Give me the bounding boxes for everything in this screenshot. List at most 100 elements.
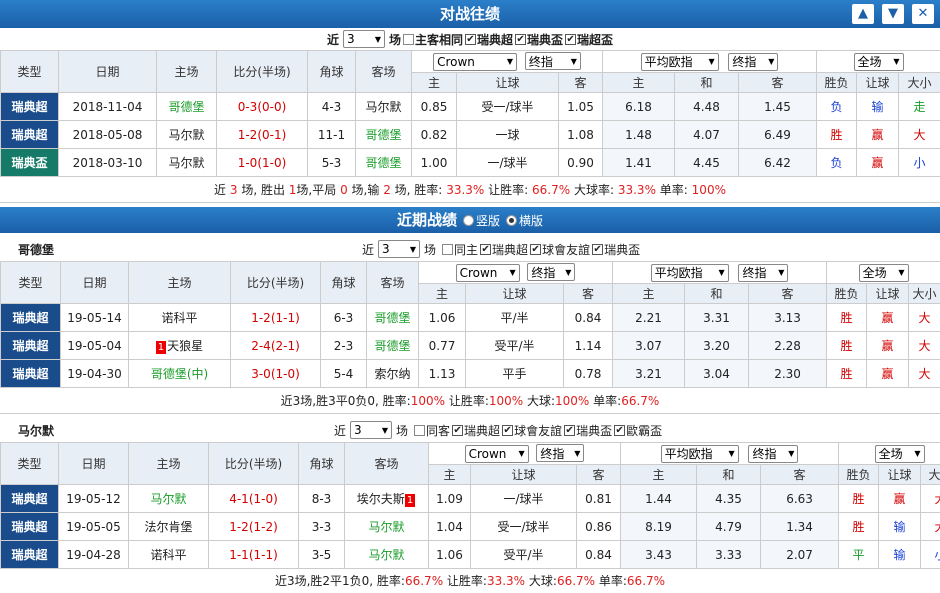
col-euro-away: 客 [761,465,839,485]
match-score[interactable]: 1-2(1-1) [231,304,321,332]
hcp-result: 输 [879,541,921,569]
home-team[interactable]: 哥德堡(中) [129,360,231,388]
league-checkbox-3[interactable]: ✔ [592,244,603,255]
move-up-button[interactable]: ▲ [852,4,874,24]
odds-type-select[interactable]: 终指▼ [527,263,575,281]
avg-euro-value: 平均欧指 [665,445,713,462]
away-team[interactable]: 哥德堡 [356,149,412,177]
euro-type-select[interactable]: 终指▼ [728,53,778,71]
handicap: 受一/球半 [457,93,559,121]
away-team[interactable]: 哥德堡 [367,332,419,360]
table-row[interactable]: 瑞典超 19-05-04 1天狼星 2-4(2-1) 2-3 哥德堡 0.77 … [1,332,940,360]
home-team-cell[interactable]: 1天狼星 [129,332,231,360]
match-score[interactable]: 3-0(1-0) [231,360,321,388]
h2h-count-select[interactable]: 3▼ [343,30,385,48]
away-team[interactable]: 哥德堡 [356,121,412,149]
away-team[interactable]: 马尔默 [356,93,412,121]
table-row[interactable]: 瑞典超 2018-05-08 马尔默 1-2(0-1) 11-1 哥德堡 0.8… [1,121,940,149]
team2-count-select[interactable]: 3▼ [350,421,392,439]
match-score[interactable]: 2-4(2-1) [231,332,321,360]
chevron-down-icon: ▼ [893,57,899,66]
away-team[interactable]: 哥德堡 [367,304,419,332]
table-row[interactable]: 瑞典超 19-05-05 法尔肯堡 1-2(1-2) 3-3 马尔默 1.04 … [1,513,940,541]
home-team[interactable]: 诺科平 [129,541,209,569]
league-checkbox-1[interactable]: ✔ [452,425,463,436]
same-away-label: 同客 [426,422,450,439]
match-score[interactable]: 0-3(0-0) [217,93,308,121]
vertical-view-radio[interactable] [463,215,474,226]
unit-label: 场 [389,31,401,48]
same-home-checkbox[interactable] [442,244,453,255]
avg-euro-select[interactable]: 平均欧指▼ [641,53,719,71]
match-score[interactable]: 1-2(1-2) [209,513,299,541]
scope-select[interactable]: 全场▼ [854,53,904,71]
avg-euro-select[interactable]: 平均欧指▼ [661,445,739,463]
match-score[interactable]: 1-2(0-1) [217,121,308,149]
big-ball-rate: 100% [555,394,589,408]
odds-home: 1.04 [429,513,471,541]
table-row[interactable]: 瑞典超 19-04-30 哥德堡(中) 3-0(1-0) 5-4 索尔纳 1.1… [1,360,940,388]
league-label-3: 瑞超盃 [577,31,613,48]
chevron-down-icon: ▼ [708,57,714,66]
league-checkbox-2[interactable]: ✔ [502,425,513,436]
table-row[interactable]: 瑞典超 19-04-28 诺科平 1-1(1-1) 3-5 马尔默 1.06 受… [1,541,940,569]
league-checkbox-2[interactable]: ✔ [515,34,526,45]
company-select[interactable]: Crown▼ [456,264,520,282]
home-team[interactable]: 马尔默 [129,485,209,513]
odds-type-select[interactable]: 终指▼ [536,444,584,462]
table-row[interactable]: 瑞典超 2018-11-04 哥德堡 0-3(0-0) 4-3 马尔默 0.85… [1,93,940,121]
away-team-cell[interactable]: 埃尔夫斯1 [345,485,429,513]
company-select[interactable]: Crown▼ [465,445,529,463]
table-row[interactable]: 瑞典超 19-05-12 马尔默 4-1(1-0) 8-3 埃尔夫斯1 1.09… [1,485,940,513]
company-select[interactable]: Crown▼ [433,53,517,71]
home-team[interactable]: 马尔默 [157,149,217,177]
scope-select[interactable]: 全场▼ [875,445,925,463]
handicap: 受一/球半 [471,513,577,541]
move-down-button[interactable]: ▼ [882,4,904,24]
result: 胜 [839,513,879,541]
team1-count-select[interactable]: 3▼ [378,240,420,258]
team2-count-value: 3 [354,423,362,437]
same-home-checkbox[interactable] [403,34,414,45]
scope-select[interactable]: 全场▼ [859,264,909,282]
match-score[interactable]: 1-1(1-1) [209,541,299,569]
handicap: 平/半 [466,304,564,332]
away-team[interactable]: 马尔默 [345,541,429,569]
col-hcp-result: 让球 [867,284,909,304]
close-button[interactable]: ✕ [912,4,934,24]
match-date: 19-05-05 [59,513,129,541]
odds-select-cell: Crown▼ 终指▼ [412,51,603,73]
match-score[interactable]: 4-1(1-0) [209,485,299,513]
away-team[interactable]: 马尔默 [345,513,429,541]
league-checkbox-3[interactable]: ✔ [564,425,575,436]
home-team[interactable]: 法尔肯堡 [129,513,209,541]
away-team[interactable]: 索尔纳 [367,360,419,388]
table-row[interactable]: 瑞典盃 2018-03-10 马尔默 1-0(1-0) 5-3 哥德堡 1.00… [1,149,940,177]
horizontal-view-radio[interactable] [506,215,517,226]
home-team[interactable]: 马尔默 [157,121,217,149]
h2h-table: 类型 日期 主场 比分(半场) 角球 客场 Crown▼ 终指▼ 平均欧指▼ 终… [0,50,940,177]
home-team[interactable]: 诺科平 [129,304,231,332]
odds-type-select[interactable]: 终指▼ [525,52,581,70]
ou-result: 大 [909,360,940,388]
recent-title-bar: 近期战绩竖版横版 [0,207,940,233]
euro-type-select[interactable]: 终指▼ [748,445,798,463]
col-odds-home: 主 [429,465,471,485]
match-score[interactable]: 1-0(1-0) [217,149,308,177]
league-checkbox-4[interactable]: ✔ [614,425,625,436]
league-checkbox-1[interactable]: ✔ [465,34,476,45]
col-odds-home: 主 [419,284,466,304]
league-checkbox-3[interactable]: ✔ [565,34,576,45]
table-row[interactable]: 瑞典超 19-05-14 诺科平 1-2(1-1) 6-3 哥德堡 1.06 平… [1,304,940,332]
league-label-1: 瑞典超 [464,422,500,439]
euro-home: 1.48 [603,121,675,149]
avg-euro-select[interactable]: 平均欧指▼ [651,264,729,282]
odds-type-value: 终指 [529,53,553,70]
result: 平 [839,541,879,569]
euro-type-select[interactable]: 终指▼ [738,264,788,282]
league-checkbox-1[interactable]: ✔ [480,244,491,255]
euro-home: 8.19 [621,513,697,541]
league-checkbox-2[interactable]: ✔ [530,244,541,255]
home-team[interactable]: 哥德堡 [157,93,217,121]
same-away-checkbox[interactable] [414,425,425,436]
